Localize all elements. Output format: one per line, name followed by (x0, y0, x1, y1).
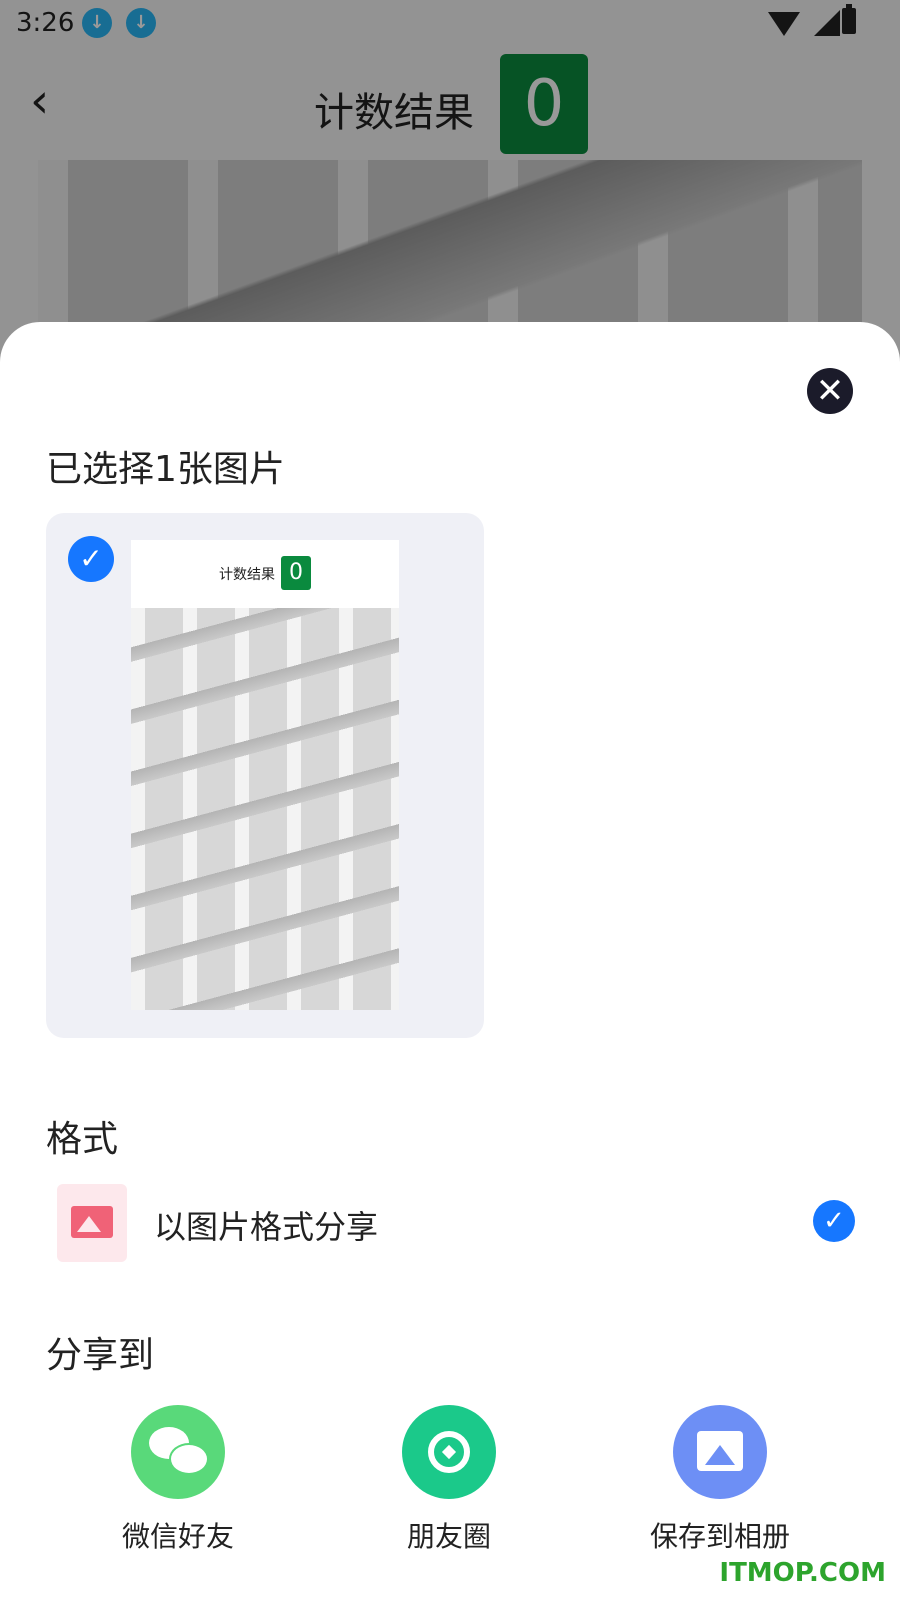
album-icon (673, 1405, 767, 1499)
wechat-icon (131, 1405, 225, 1499)
preview-thumbnail[interactable]: 计数结果 0 (131, 540, 399, 1010)
share-wechat-button[interactable]: 微信好友 (88, 1405, 268, 1555)
format-heading: 格式 (46, 1119, 119, 1160)
share-heading: 分享到 (46, 1335, 155, 1376)
close-icon[interactable]: ✕ (807, 368, 853, 414)
selected-count-heading: 已选择1张图片 (46, 449, 285, 490)
thumbnail-title: 计数结果 (219, 567, 275, 583)
share-moments-button[interactable]: 朋友圈 (359, 1405, 539, 1555)
moments-icon (402, 1405, 496, 1499)
watermark: ITMOP.COM (719, 1558, 886, 1588)
save-to-album-button[interactable]: 保存到相册 (630, 1405, 810, 1555)
preview-check-icon[interactable]: ✓ (68, 536, 114, 582)
save-to-album-label: 保存到相册 (649, 1520, 790, 1553)
thumbnail-count-badge: 0 (281, 556, 311, 590)
share-wechat-label: 微信好友 (121, 1520, 234, 1553)
image-file-icon (57, 1184, 127, 1262)
share-moments-label: 朋友圈 (406, 1520, 491, 1553)
format-option-label[interactable]: 以图片格式分享 (154, 1202, 378, 1248)
format-check-icon[interactable]: ✓ (813, 1200, 855, 1242)
thumbnail-photo (131, 608, 399, 1010)
